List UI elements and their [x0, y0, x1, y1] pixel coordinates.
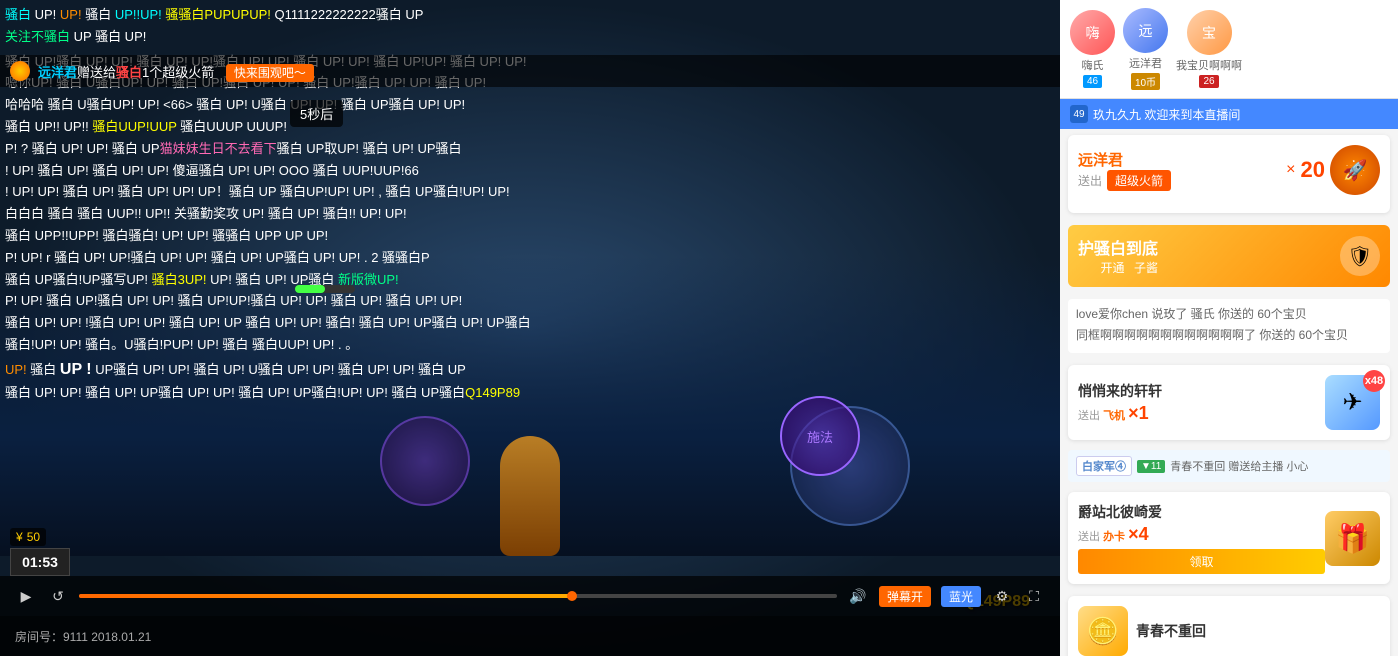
- level-badge: ▼11: [1137, 460, 1165, 473]
- progress-bar[interactable]: [79, 594, 837, 598]
- countdown-timer: 5秒后: [290, 100, 343, 127]
- welcome-bar: 49 玖九久九 欢迎来到本直播间: [1060, 99, 1398, 129]
- gift-action-3: 送出 办卡 ×4: [1078, 524, 1325, 545]
- gift-sender-3: 爵站北彼崎爱: [1078, 502, 1325, 522]
- chat-line: ! UP! UP! 骚白 UP! 骚白 UP! UP! UP！骚白 UP 骚白U…: [5, 182, 1055, 203]
- gift-item-1: 超级火箭: [1107, 170, 1171, 191]
- army-badge: 白家军④: [1076, 456, 1132, 476]
- chat-line: 骚白 UPP!!UPP! 骚白骚白! UP! UP! 骚骚白 UPP UP UP…: [5, 226, 1055, 247]
- settings-icon[interactable]: ⚙: [991, 585, 1013, 607]
- timer-display: 01:53: [10, 548, 70, 576]
- protect-title: 护骚白到底: [1078, 235, 1158, 259]
- fullscreen-icon[interactable]: ⛶: [1023, 585, 1045, 607]
- chat-msg-2: 同框啊啊啊啊啊啊啊啊啊啊啊啊了 你送的 60个宝贝: [1076, 326, 1382, 345]
- gift-sender-4: 青春不重回: [1136, 621, 1206, 641]
- notification-bar: 远洋君赠送给骚白1个超级火箭 快来围观吧～: [0, 55, 1060, 87]
- chat-line: 白白白 骚白 骚白 UUP!! UP!! 关骚勤奖攻 UP! 骚白 UP! 骚白…: [5, 204, 1055, 225]
- gift-sender-1: 远洋君: [1078, 149, 1171, 170]
- gift-card-qingchun: 🪙 青春不重回: [1068, 596, 1390, 656]
- avatar-haishi: 嗨: [1070, 10, 1115, 55]
- chat-line: 骚白 UP! UP! 骚白 UP!!UP! 骚骚白PUPUPUP! Q11112…: [5, 5, 1055, 26]
- user-yuanyang[interactable]: 远 远洋君 10币: [1123, 8, 1168, 90]
- user-baobei-badge: 26: [1199, 75, 1218, 88]
- gift-xuanxuan-info: 悄悄来的轩轩 送出 飞机 ×1: [1078, 381, 1325, 424]
- chat-line: 骚白!UP! UP! 骚白。U骚白!PUP! UP! 骚白 骚白UUP! UP!…: [5, 335, 1055, 356]
- protect-icon[interactable]: 🛡: [1340, 236, 1380, 276]
- room-info-bar: 房间号：9111 2018.01.21: [0, 616, 1060, 656]
- gift-action-1: 送出 超级火箭: [1078, 170, 1171, 191]
- gift-card-jue: 爵站北彼崎爱 送出 办卡 ×4 领取 🎁: [1068, 492, 1390, 584]
- room-info-text: 房间号：9111 2018.01.21: [15, 628, 151, 645]
- welcome-icon: 49: [1070, 105, 1088, 123]
- progress-dot: [567, 591, 577, 601]
- chat-line: UP! 骚白 UP ! UP骚白 UP! UP! 骚白 UP! U骚白 UP! …: [5, 357, 1055, 383]
- chat-msg-1: love爱你chen 说玫了 骚氏 你送的 60个宝贝: [1076, 305, 1382, 324]
- watch-button[interactable]: 快来围观吧～: [226, 64, 314, 82]
- gift-count-1: 20: [1301, 157, 1325, 183]
- notif-text: 远洋君赠送给骚白1个超级火箭 快来围观吧～: [38, 62, 314, 81]
- user-haishi-name: 嗨氏: [1082, 57, 1104, 73]
- progress-fill: [79, 594, 572, 598]
- refresh-button[interactable]: ↺: [47, 585, 69, 607]
- rocket-image: 🚀: [1330, 145, 1380, 195]
- bullet-screen-toggle[interactable]: 弹幕开: [879, 586, 931, 607]
- blue-light-button[interactable]: 蓝光: [941, 586, 981, 607]
- coin-badge: 50: [10, 528, 46, 546]
- gift-coin-image: 🪙: [1078, 606, 1128, 656]
- notif-icon: [10, 61, 30, 81]
- user-yuanyang-name: 远洋君: [1129, 55, 1162, 71]
- chat-line: P! UP! r 骚白 UP! UP!骚白 UP! UP! 骚白 UP! UP骚…: [5, 248, 1055, 269]
- chat-overlay: 骚白 UP! UP! 骚白 UP!!UP! 骚骚白PUPUPUP! Q11112…: [0, 0, 1060, 580]
- user-haishi-badge: 46: [1083, 75, 1102, 88]
- user-yuanyang-badge: 10币: [1131, 73, 1160, 90]
- gift-card-xuanxuan: 悄悄来的轩轩 送出 飞机 ×1 ✈ x48: [1068, 365, 1390, 440]
- army-text: 青春不重回 赠送给主播 小心: [1170, 458, 1308, 474]
- welcome-text: 玖九久九 欢迎来到本直播间: [1093, 106, 1240, 123]
- sidebar-top-users: 嗨 嗨氏 46 远 远洋君 10币 宝 我宝贝啊啊啊: [1060, 0, 1398, 99]
- character-health-bar: [295, 285, 355, 293]
- chat-line: 哈哈哈 骚白 U骚白UP! UP! <66> 骚白 UP! U骚白 UP! UP…: [5, 95, 1055, 116]
- gift-card-yuanyang: 远洋君 送出 超级火箭 × 20 🚀: [1068, 135, 1390, 213]
- chat-line: ! UP! 骚白 UP! 骚白 UP! UP! 傻逼骚白 UP! UP! OOO…: [5, 161, 1055, 182]
- chest-image: 🎁: [1325, 511, 1380, 566]
- chat-line: 骚白 UP骚白!UP骚写UP! 骚白3UP! UP! 骚白 UP! UP骚白 新…: [5, 270, 1055, 291]
- sidebar: 嗨 嗨氏 46 远 远洋君 10币 宝 我宝贝啊啊啊: [1060, 0, 1398, 656]
- gift-sender-2: 悄悄来的轩轩: [1078, 381, 1325, 401]
- magic-circle: 施法: [780, 396, 860, 476]
- volume-icon[interactable]: 🔊: [847, 585, 869, 607]
- chat-line: P! ? 骚白 UP! UP! 骚白 UP猫妹妹生日不去看下骚白 UP取UP! …: [5, 139, 1055, 160]
- video-area: 施法 远洋君赠送给骚白1个超级火箭 快来围观吧～ 骚白 UP! UP! 骚白 U…: [0, 0, 1060, 656]
- avatar-yuanyang: 远: [1123, 8, 1168, 53]
- play-button[interactable]: ▶: [15, 585, 37, 607]
- video-controls: ▶ ↺ 🔊 弹幕开 蓝光 ⚙ ⛶: [0, 576, 1060, 616]
- gift-xuanxuan-img: ✈ x48: [1325, 375, 1380, 430]
- chat-line: 骚白 UP! UP! !骚白 UP! UP! 骚白 UP! UP 骚白 UP! …: [5, 313, 1055, 334]
- times-icon: ×: [1286, 161, 1295, 179]
- user-baobei[interactable]: 宝 我宝贝啊啊啊 26: [1176, 10, 1242, 88]
- avatar-baobei: 宝: [1187, 10, 1232, 55]
- chat-line: 骚白 UP!! UP!! 骚白UUP!UUP 骚白UUUP UUUP!: [5, 117, 1055, 138]
- protect-btn-area: 开通 子酱: [1078, 259, 1158, 277]
- gift-action-2: 送出 飞机 ×1: [1078, 403, 1325, 424]
- chat-line: P! UP! 骚白 UP!骚白 UP! UP! 骚白 UP!UP!骚白 UP! …: [5, 291, 1055, 312]
- gift-count-badge-2: x48: [1363, 370, 1385, 392]
- chat-line: 骚白 UP! UP! 骚白 UP! UP骚白 UP! UP! 骚白 UP! UP…: [5, 383, 1055, 404]
- claim-button[interactable]: 领取: [1078, 549, 1325, 574]
- protect-card: 护骚白到底 开通 子酱 🛡: [1068, 225, 1390, 287]
- chat-line: 关注不骚白 UP 骚白 UP!: [5, 27, 1055, 48]
- sidebar-chat: love爱你chen 说玫了 骚氏 你送的 60个宝贝 同框啊啊啊啊啊啊啊啊啊啊…: [1068, 299, 1390, 353]
- user-baobei-name: 我宝贝啊啊啊: [1176, 57, 1242, 73]
- user-haishi[interactable]: 嗨 嗨氏 46: [1070, 10, 1115, 88]
- army-bar: 白家军④ ▼11 青春不重回 赠送给主播 小心: [1068, 450, 1390, 482]
